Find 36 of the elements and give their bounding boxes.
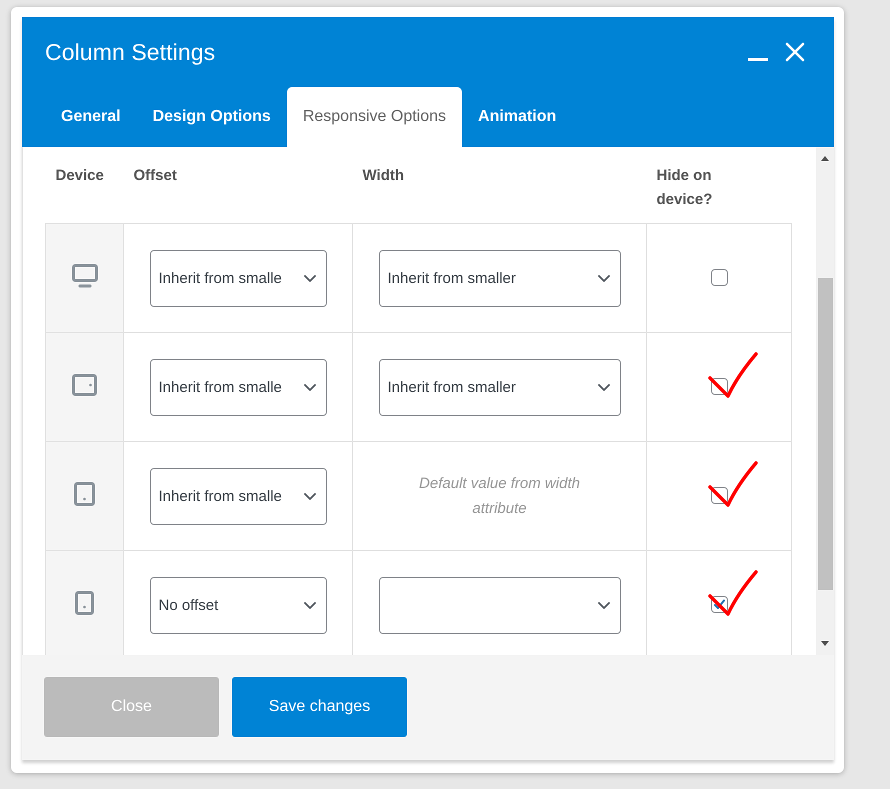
column-header: Offset bbox=[134, 167, 177, 184]
tablet-icon bbox=[74, 482, 95, 506]
column-header: Device bbox=[56, 167, 104, 184]
scroll-up-icon[interactable] bbox=[821, 156, 829, 161]
tab[interactable]: General bbox=[45, 87, 137, 147]
column-header: Hide on device? bbox=[656, 166, 714, 210]
tab[interactable]: Animation bbox=[462, 87, 572, 147]
chevron-down-icon bbox=[304, 602, 316, 608]
offset-select[interactable]: Inherit from smalle bbox=[150, 468, 326, 524]
scrollbar-thumb[interactable] bbox=[818, 278, 832, 590]
close-icon[interactable] bbox=[785, 42, 805, 62]
offset-select[interactable]: Inherit from smalle bbox=[150, 358, 326, 416]
save-button[interactable]: Save changes bbox=[232, 677, 407, 737]
minimize-icon[interactable] bbox=[748, 58, 768, 62]
tablet-landscape-icon bbox=[72, 374, 97, 396]
width-select[interactable]: Inherit from smaller bbox=[378, 358, 620, 416]
offset-select[interactable]: Inherit from smalle bbox=[150, 250, 326, 306]
chevron-down-icon bbox=[304, 384, 316, 390]
chevron-down-icon bbox=[598, 274, 610, 282]
chevron-down-icon bbox=[304, 274, 316, 282]
checkbox[interactable] bbox=[710, 269, 728, 286]
offset-select[interactable]: No offset bbox=[150, 576, 326, 634]
width-select[interactable] bbox=[378, 576, 620, 634]
tab[interactable]: Responsive Options bbox=[286, 87, 462, 147]
chevron-down-icon bbox=[304, 492, 316, 500]
scrollbar[interactable] bbox=[816, 147, 834, 655]
monitor-icon bbox=[72, 264, 98, 288]
column-header: Width bbox=[362, 167, 404, 184]
width-note: Default value from width attribute bbox=[418, 474, 581, 519]
chevron-down-icon bbox=[598, 384, 610, 390]
dialog-title: Column Settings bbox=[45, 38, 216, 66]
width-select[interactable]: Inherit from smaller bbox=[378, 250, 620, 306]
chevron-down-icon bbox=[598, 602, 610, 608]
scroll-down-icon[interactable] bbox=[821, 641, 829, 646]
tab[interactable]: Design Options bbox=[136, 87, 287, 147]
phone-icon bbox=[75, 590, 94, 614]
